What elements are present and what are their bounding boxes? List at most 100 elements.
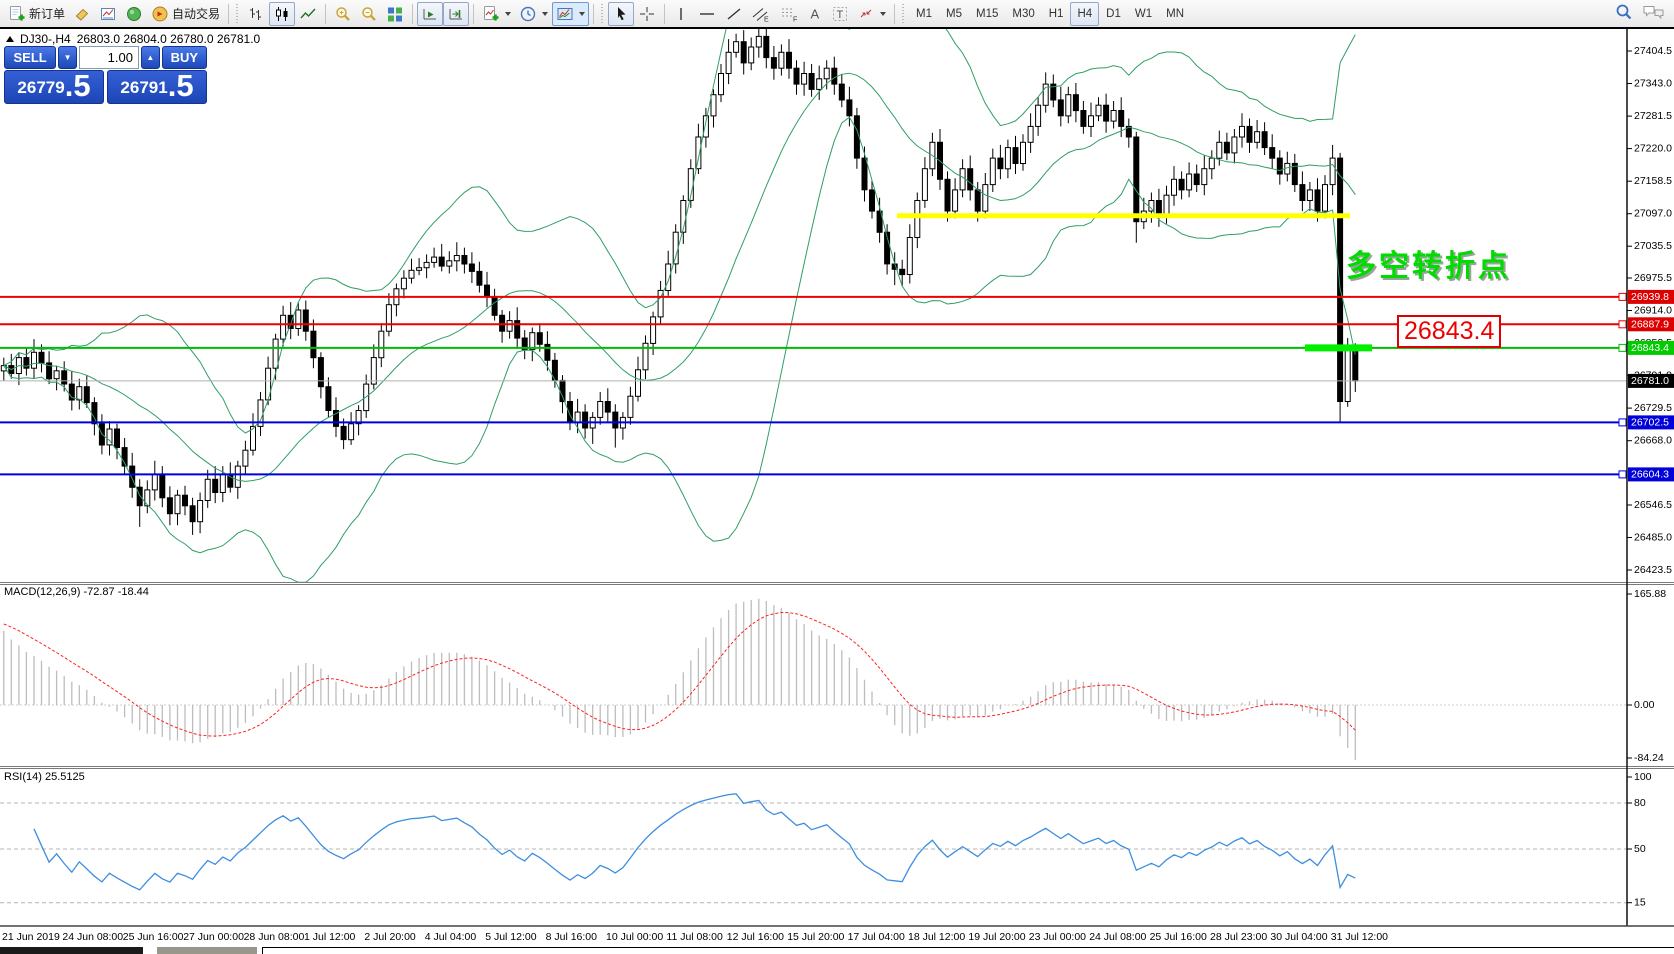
main-toolbar: 新订单 自动交易 — [0, 0, 1674, 29]
vertical-line-icon — [674, 5, 688, 23]
timeframe-m30[interactable]: M30 — [1005, 2, 1041, 26]
bar-chart-icon — [247, 5, 265, 23]
timeframe-h1[interactable]: H1 — [1042, 2, 1071, 26]
toolbar-drag-handle — [902, 4, 906, 24]
volume-input[interactable] — [79, 46, 139, 69]
symbol-period-label: DJ30-,H4 — [20, 32, 71, 46]
auto-trading-label: 自动交易 — [172, 5, 220, 22]
macd-indicator-label: MACD(12,26,9) -72.87 -18.44 — [4, 586, 149, 598]
zoom-in-button[interactable] — [330, 2, 356, 26]
candlestick-button[interactable] — [269, 2, 295, 26]
svg-text:11 Jul 08:00: 11 Jul 08:00 — [666, 931, 723, 943]
auto-trading-icon — [151, 5, 169, 23]
crosshair-button[interactable] — [634, 2, 660, 26]
eraser-button[interactable] — [69, 2, 95, 26]
svg-text:12 Jul 16:00: 12 Jul 16:00 — [727, 931, 784, 943]
timeframe-m15[interactable]: M15 — [969, 2, 1005, 26]
toolbar-separator — [325, 4, 326, 24]
timeframe-mn[interactable]: MN — [1159, 2, 1191, 26]
signal-icon — [125, 5, 143, 23]
rsi-indicator-label: RSI(14) 25.5125 — [4, 771, 85, 783]
horizontal-line-button[interactable] — [693, 2, 721, 26]
svg-text:26423.5: 26423.5 — [1634, 564, 1672, 576]
tile-windows-icon — [386, 5, 404, 23]
new-order-icon — [8, 5, 26, 23]
signal-button[interactable] — [121, 2, 147, 26]
svg-text:80: 80 — [1634, 797, 1646, 809]
svg-text:26604.3: 26604.3 — [1631, 469, 1669, 481]
svg-text:18 Jul 12:00: 18 Jul 12:00 — [908, 931, 965, 943]
indicators-button[interactable] — [478, 2, 515, 26]
svg-text:30 Jul 04:00: 30 Jul 04:00 — [1270, 931, 1327, 943]
svg-text:26781.0: 26781.0 — [1631, 375, 1669, 387]
new-order-button[interactable]: 新订单 — [4, 2, 69, 26]
equidistant-channel-button[interactable]: E — [747, 2, 775, 26]
svg-text:27404.5: 27404.5 — [1634, 45, 1672, 57]
chat-icon[interactable] — [1642, 2, 1666, 22]
auto-scroll-button[interactable] — [417, 2, 443, 26]
tile-windows-button[interactable] — [382, 2, 408, 26]
periods-button[interactable] — [515, 2, 552, 26]
timeframe-d1[interactable]: D1 — [1099, 2, 1128, 26]
profile-button[interactable] — [95, 2, 121, 26]
svg-text:27220.0: 27220.0 — [1634, 142, 1672, 154]
sell-button[interactable]: SELL — [4, 46, 56, 69]
svg-text:5 Jul 12:00: 5 Jul 12:00 — [485, 931, 537, 943]
text-button[interactable]: A — [803, 2, 827, 26]
arrows-button[interactable] — [853, 2, 890, 26]
dropdown-caret-icon — [542, 12, 548, 16]
bottom-bar-panel — [262, 947, 1674, 954]
vertical-line-button[interactable] — [669, 2, 693, 26]
svg-text:26702.5: 26702.5 — [1631, 417, 1669, 429]
zoom-out-button[interactable] — [356, 2, 382, 26]
chart-shift-button[interactable] — [443, 2, 469, 26]
trendline-icon — [725, 5, 743, 23]
search-icon[interactable] — [1614, 2, 1634, 22]
bottom-bar-tab[interactable] — [0, 947, 143, 954]
svg-text:21 Jun 2019: 21 Jun 2019 — [2, 931, 60, 943]
collapse-arrow-icon[interactable] — [6, 36, 14, 42]
timeframe-m5[interactable]: M5 — [939, 2, 969, 26]
sell-price-frac: .5 — [65, 70, 91, 101]
svg-text:100: 100 — [1634, 771, 1652, 783]
svg-text:25 Jul 16:00: 25 Jul 16:00 — [1150, 931, 1207, 943]
buy-price-box[interactable]: 26791.5 — [107, 70, 207, 104]
trendline-button[interactable] — [721, 2, 747, 26]
text-a-icon: A — [807, 5, 823, 23]
chart-area[interactable]: 27404.527343.027281.527220.027158.527097… — [0, 0, 1674, 954]
dropdown-caret-icon — [505, 12, 511, 16]
chart-shift-icon — [447, 5, 465, 23]
eraser-icon — [73, 5, 91, 23]
text-label-button[interactable]: T — [827, 2, 853, 26]
toolbar-separator — [473, 4, 474, 24]
arrows-icon — [857, 5, 875, 23]
line-chart-button[interactable] — [295, 2, 321, 26]
volume-decrease-button[interactable]: ▼ — [58, 46, 77, 69]
timeframe-m1[interactable]: M1 — [909, 2, 939, 26]
bar-chart-button[interactable] — [243, 2, 269, 26]
fibonacci-button[interactable]: F — [775, 2, 803, 26]
turning-point-annotation: 多空转折点 — [1346, 241, 1511, 285]
toolbar-separator — [412, 4, 413, 24]
profile-icon — [99, 5, 117, 23]
svg-text:26843.4: 26843.4 — [1631, 342, 1669, 354]
volume-increase-button[interactable]: ▲ — [141, 46, 160, 69]
cursor-button[interactable] — [608, 2, 634, 26]
templates-button[interactable] — [552, 2, 589, 26]
svg-text:15 Jul 20:00: 15 Jul 20:00 — [787, 931, 844, 943]
buy-button[interactable]: BUY — [162, 46, 207, 69]
bottom-bar-segment — [157, 947, 257, 954]
text-t-glyph: T — [837, 9, 844, 21]
timeframe-w1[interactable]: W1 — [1128, 2, 1159, 26]
indicators-icon — [482, 5, 500, 23]
svg-text:26485.0: 26485.0 — [1634, 531, 1672, 543]
svg-text:24 Jun 08:00: 24 Jun 08:00 — [62, 931, 123, 943]
svg-text:25 Jun 16:00: 25 Jun 16:00 — [123, 931, 184, 943]
auto-trading-button[interactable]: 自动交易 — [147, 2, 224, 26]
toolbar-separator — [228, 4, 229, 24]
timeframe-h4[interactable]: H4 — [1070, 2, 1099, 26]
equidistant-channel-icon: E — [751, 5, 771, 23]
svg-text:26939.8: 26939.8 — [1631, 291, 1669, 303]
svg-text:-84.24: -84.24 — [1634, 752, 1664, 764]
sell-price-box[interactable]: 26779.5 — [4, 70, 104, 104]
